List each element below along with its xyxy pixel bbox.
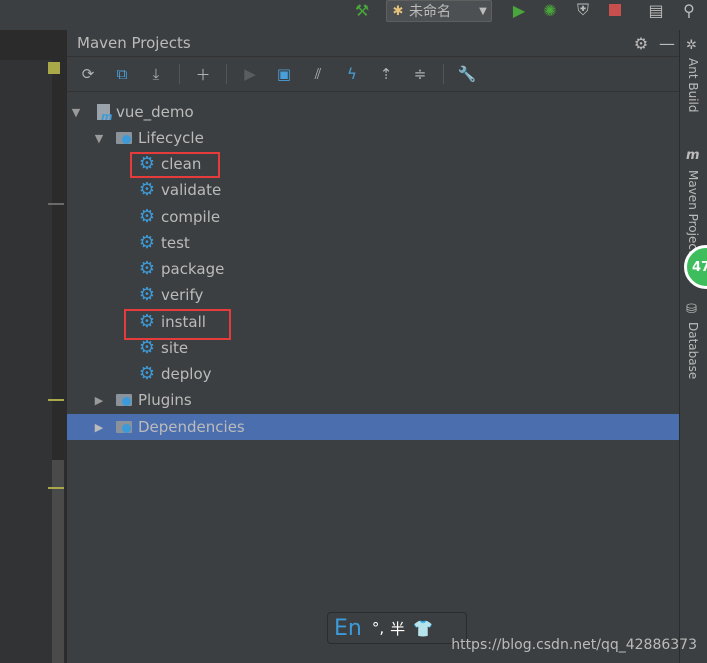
gear-icon: ⚙ (138, 232, 156, 253)
expand-arrow-icon[interactable]: ▼ (70, 106, 82, 119)
run-maven-icon[interactable]: ▶ (239, 63, 261, 85)
minimize-icon[interactable]: — (654, 34, 680, 53)
database-icon: ⛁ (686, 302, 697, 317)
stop-icon[interactable] (604, 0, 626, 20)
editor-scrollbar[interactable] (52, 460, 64, 663)
lifecycle-goal[interactable]: ⚙ verify (67, 282, 680, 308)
highlight-box-install (124, 309, 231, 340)
lifecycle-goal-label: validate (161, 181, 222, 199)
ant-icon: ✲ (686, 38, 697, 53)
lifecycle-goal[interactable]: ⚙ deploy (67, 361, 680, 387)
shirt-icon[interactable]: 👕 (413, 619, 433, 638)
add-icon[interactable]: ＋ (192, 63, 214, 85)
collapse-arrow-icon[interactable]: ▶ (93, 421, 105, 434)
toolbar-separator (179, 64, 180, 84)
gear-icon: ⚙ (138, 258, 156, 279)
editor-marker-line (48, 399, 64, 401)
toggle-offline-icon[interactable]: ⫽ (307, 63, 329, 85)
tree-node-label: Dependencies (138, 418, 245, 436)
gear-icon: ⚙ (138, 179, 156, 200)
tool-window-strip: ✲ Ant Build m Maven Projects ⛁ Database (679, 30, 707, 663)
folder-chart-icon (115, 418, 133, 436)
coverage-icon[interactable]: ⛨ (572, 0, 594, 20)
expand-arrow-icon[interactable]: ▼ (93, 132, 105, 145)
lifecycle-goal-label: deploy (161, 365, 212, 383)
editor-gutter (0, 60, 52, 663)
tree-node-label: Lifecycle (138, 129, 204, 147)
generate-sources-icon[interactable]: ⧉ (111, 63, 133, 85)
panel-header: Maven Projects ⚙ — (67, 30, 680, 57)
main-toolbar: ⚒ ✱ 未命名 ▼ ▶ ✺ ⛨ ▤ ⚲ (0, 0, 707, 31)
ime-half-width[interactable]: 半 (390, 618, 405, 639)
run-config-label: 未命名 (409, 4, 451, 20)
maven-projects-panel: Maven Projects ⚙ — ⟳ ⧉ ⤓ ＋ ▶ ▣ ⫽ ϟ ⇡ ≑ 🔧… (66, 30, 680, 663)
tab-ant-build[interactable]: Ant Build (686, 58, 700, 112)
maven-icon: m (686, 148, 700, 163)
tree-node-plugins[interactable]: ▶ Plugins (67, 387, 680, 413)
maven-project-icon: m (94, 103, 113, 123)
gear-icon: ⚙ (138, 337, 156, 358)
tab-database[interactable]: Database (686, 322, 700, 379)
gear-icon: ⚙ (138, 363, 156, 384)
tree-node-label: Plugins (138, 391, 192, 409)
settings-icon[interactable]: ⚙ (628, 34, 654, 53)
lifecycle-goal-label: compile (161, 208, 221, 226)
ime-toolbar[interactable]: En °, 半 👕 (327, 612, 467, 644)
tree-node-label: vue_demo (116, 103, 194, 121)
folder-gear-icon (115, 391, 133, 409)
hammer-icon[interactable]: ⚒ (351, 0, 373, 20)
lifecycle-goal-label: package (161, 260, 225, 278)
run-icon[interactable]: ▶ (508, 0, 530, 20)
folder-gear-icon (115, 129, 133, 147)
highlight-box-clean (130, 152, 220, 178)
editor-area (0, 30, 66, 663)
editor-marker (48, 62, 60, 74)
gear-icon: ⚙ (138, 284, 156, 305)
tree-node-lifecycle[interactable]: ▼ Lifecycle (67, 125, 680, 151)
download-icon[interactable]: ⤓ (145, 63, 167, 85)
toolbar-separator (226, 64, 227, 84)
ime-mode[interactable]: En (334, 616, 362, 641)
watermark: https://blog.csdn.net/qq_42886373 (451, 637, 697, 653)
lifecycle-goal[interactable]: ⚙ package (67, 256, 680, 282)
execute-goal-icon[interactable]: ▣ (273, 63, 295, 85)
panel-title: Maven Projects (77, 34, 191, 52)
maven-settings-icon[interactable]: 🔧 (456, 63, 478, 85)
lifecycle-goal-label: site (161, 339, 189, 357)
lifecycle-goal[interactable]: ⚙ validate (67, 177, 680, 203)
show-dependencies-icon[interactable]: ⇡ (375, 63, 397, 85)
toolbar-separator (443, 64, 444, 84)
lifecycle-goal[interactable]: ⚙ compile (67, 204, 680, 230)
editor-marker-line (48, 487, 64, 489)
collapse-all-icon[interactable]: ≑ (409, 63, 431, 85)
chevron-down-icon: ▼ (479, 5, 487, 17)
tree-node-project[interactable]: ▼ m vue_demo (67, 99, 680, 125)
tree-node-dependencies[interactable]: ▶ Dependencies (67, 414, 680, 440)
reimport-icon[interactable]: ⟳ (77, 63, 99, 85)
project-structure-icon[interactable]: ▤ (645, 0, 667, 20)
run-config-selector[interactable]: ✱ 未命名 ▼ (386, 0, 492, 22)
run-config-icon: ✱ (392, 3, 404, 19)
gear-icon: ⚙ (138, 206, 156, 227)
badge-count: 47 (692, 259, 707, 275)
lifecycle-goal-label: verify (161, 286, 204, 304)
panel-toolbar: ⟳ ⧉ ⤓ ＋ ▶ ▣ ⫽ ϟ ⇡ ≑ 🔧 (67, 57, 680, 92)
ime-punctuation[interactable]: °, (372, 619, 384, 637)
lifecycle-goal[interactable]: ⚙ test (67, 230, 680, 256)
editor-marker-line (48, 203, 64, 205)
debug-icon[interactable]: ✺ (539, 0, 561, 20)
skip-tests-icon[interactable]: ϟ (341, 63, 363, 85)
search-icon[interactable]: ⚲ (678, 0, 700, 20)
collapse-arrow-icon[interactable]: ▶ (93, 394, 105, 407)
lifecycle-goal-label: test (161, 234, 190, 252)
